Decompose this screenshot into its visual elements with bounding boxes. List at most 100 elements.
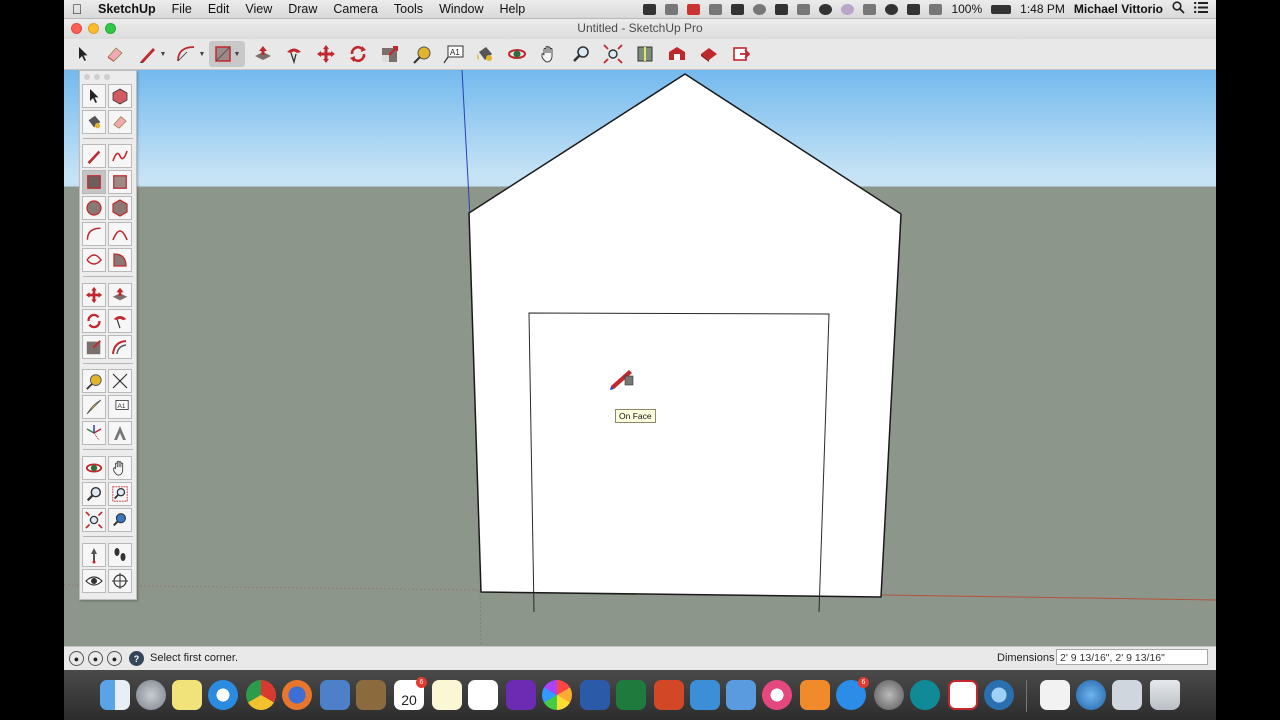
follow-me-tool-button[interactable] — [283, 41, 305, 67]
extension-warehouse-tool-button[interactable] — [698, 41, 720, 67]
palette-section-plane-button[interactable] — [108, 569, 132, 593]
menu-help[interactable]: Help — [492, 2, 534, 16]
zoom-tool-button[interactable] — [570, 41, 592, 67]
dimensions-input[interactable]: 2' 9 13/16", 2' 9 13/16" — [1056, 649, 1208, 665]
safari-icon[interactable] — [208, 680, 238, 710]
palette-line-button[interactable] — [82, 144, 106, 168]
menu-edit[interactable]: Edit — [200, 2, 238, 16]
photos-icon[interactable] — [542, 680, 572, 710]
palette-rotate-button[interactable] — [82, 309, 106, 333]
iphoto-icon[interactable] — [690, 680, 720, 710]
menu-app-sketchup[interactable]: SketchUp — [90, 2, 164, 16]
menu-file[interactable]: File — [164, 2, 200, 16]
palette-zoom-button[interactable] — [104, 74, 110, 80]
share-model-tool-button[interactable] — [730, 41, 752, 67]
tape-measure-tool-button[interactable] — [411, 41, 433, 67]
palette-select-button[interactable] — [82, 84, 106, 108]
palette-zoom-button[interactable] — [82, 482, 106, 506]
palette-move-button[interactable] — [82, 283, 106, 307]
push-pull-tool-button[interactable] — [252, 41, 274, 67]
airplay-icon[interactable] — [775, 3, 789, 15]
zoom-window-button[interactable] — [105, 23, 116, 34]
calendar-icon[interactable]: 20 6 — [394, 677, 427, 710]
credits-icon[interactable]: ● — [88, 651, 103, 666]
palette-3d-text-button[interactable] — [108, 421, 132, 445]
pan-tool-button[interactable] — [538, 41, 560, 67]
screenshot-folder-icon[interactable] — [1112, 680, 1142, 710]
section-plane-tool-button[interactable] — [634, 41, 656, 67]
status-app-icon[interactable] — [841, 3, 855, 15]
notification-center-icon[interactable] — [1194, 1, 1208, 16]
sketchup-icon[interactable] — [948, 680, 978, 710]
palette-position-camera-button[interactable] — [82, 543, 106, 567]
trash-icon[interactable] — [1150, 680, 1180, 710]
palette-pan-button[interactable] — [108, 456, 132, 480]
palette-offset-button[interactable] — [108, 335, 132, 359]
arduino-icon[interactable] — [910, 680, 940, 710]
palette-two-point-arc-button[interactable] — [108, 222, 132, 246]
notes-icon[interactable] — [432, 680, 462, 710]
palette-close-button[interactable] — [84, 74, 90, 80]
menu-camera[interactable]: Camera — [325, 2, 385, 16]
notebook-icon[interactable] — [356, 680, 386, 710]
palette-previous-view-button[interactable] — [108, 508, 132, 532]
geo-location-icon[interactable]: ● — [69, 651, 84, 666]
apple-menu-icon[interactable]:  — [64, 1, 90, 17]
palette-freehand-button[interactable] — [108, 144, 132, 168]
palette-text-button[interactable]: A1 — [108, 395, 132, 419]
palette-rotated-rectangle-button[interactable] — [108, 170, 132, 194]
arc-tool-button[interactable]: ▼ — [174, 41, 206, 67]
palette-orbit-button[interactable] — [82, 456, 106, 480]
palette-zoom-extents-button[interactable] — [82, 508, 106, 532]
preview-icon[interactable] — [320, 680, 350, 710]
itunes-icon[interactable] — [762, 680, 792, 710]
chrome-icon[interactable] — [246, 680, 276, 710]
excel-icon[interactable] — [616, 680, 646, 710]
scale-tool-button[interactable] — [379, 41, 401, 67]
palette-zoom-window-button[interactable] — [108, 482, 132, 506]
palette-eraser-button[interactable] — [108, 110, 132, 134]
palette-rectangle-button[interactable] — [82, 170, 106, 194]
status-app-icon[interactable] — [709, 3, 723, 15]
launchpad-icon[interactable] — [136, 680, 166, 710]
palette-polygon-button[interactable] — [108, 196, 132, 220]
quicktime-icon[interactable] — [984, 680, 1014, 710]
palette-minimize-button[interactable] — [94, 74, 100, 80]
volume-icon[interactable] — [907, 3, 921, 15]
document-icon[interactable] — [1040, 680, 1070, 710]
orbit-tool-button[interactable] — [506, 41, 528, 67]
ibooks-icon[interactable] — [800, 680, 830, 710]
menu-draw[interactable]: Draw — [280, 2, 325, 16]
menubar-clock[interactable]: 1:48 PM — [1020, 2, 1065, 16]
select-tool-button[interactable] — [74, 41, 92, 67]
house-front-face[interactable] — [468, 73, 902, 598]
palette-look-around-button[interactable] — [82, 569, 106, 593]
rotate-tool-button[interactable] — [347, 41, 369, 67]
menu-window[interactable]: Window — [431, 2, 491, 16]
stickies-icon[interactable] — [172, 680, 202, 710]
move-tool-button[interactable] — [315, 41, 337, 67]
firefox-icon[interactable] — [282, 680, 312, 710]
line-tool-button[interactable]: ▼ — [136, 41, 168, 67]
binoculars-icon[interactable] — [797, 3, 811, 15]
bluetooth-icon[interactable] — [863, 3, 877, 15]
menu-tools[interactable]: Tools — [386, 2, 431, 16]
palette-paint-bucket-button[interactable] — [82, 110, 106, 134]
reminders-icon[interactable] — [468, 680, 498, 710]
spotlight-icon[interactable] — [1172, 1, 1185, 17]
eraser-tool-button[interactable] — [104, 41, 126, 67]
palette-make-component-button[interactable] — [108, 84, 132, 108]
accessibility-icon[interactable] — [819, 3, 833, 15]
keynote-icon[interactable] — [726, 680, 756, 710]
keyboard-flag-icon[interactable] — [929, 3, 943, 15]
imovie-star-icon[interactable] — [506, 680, 536, 710]
app-store-icon[interactable]: 6 — [836, 677, 869, 710]
paint-bucket-tool-button[interactable] — [474, 41, 496, 67]
system-preferences-icon[interactable] — [874, 680, 904, 710]
menu-view[interactable]: View — [237, 2, 280, 16]
record-icon[interactable] — [753, 3, 767, 15]
palette-protractor-button[interactable] — [82, 395, 106, 419]
zoom-extents-tool-button[interactable] — [602, 41, 624, 67]
help-icon[interactable]: ? — [129, 651, 144, 666]
text-tool-button[interactable]: A1 — [442, 41, 464, 67]
